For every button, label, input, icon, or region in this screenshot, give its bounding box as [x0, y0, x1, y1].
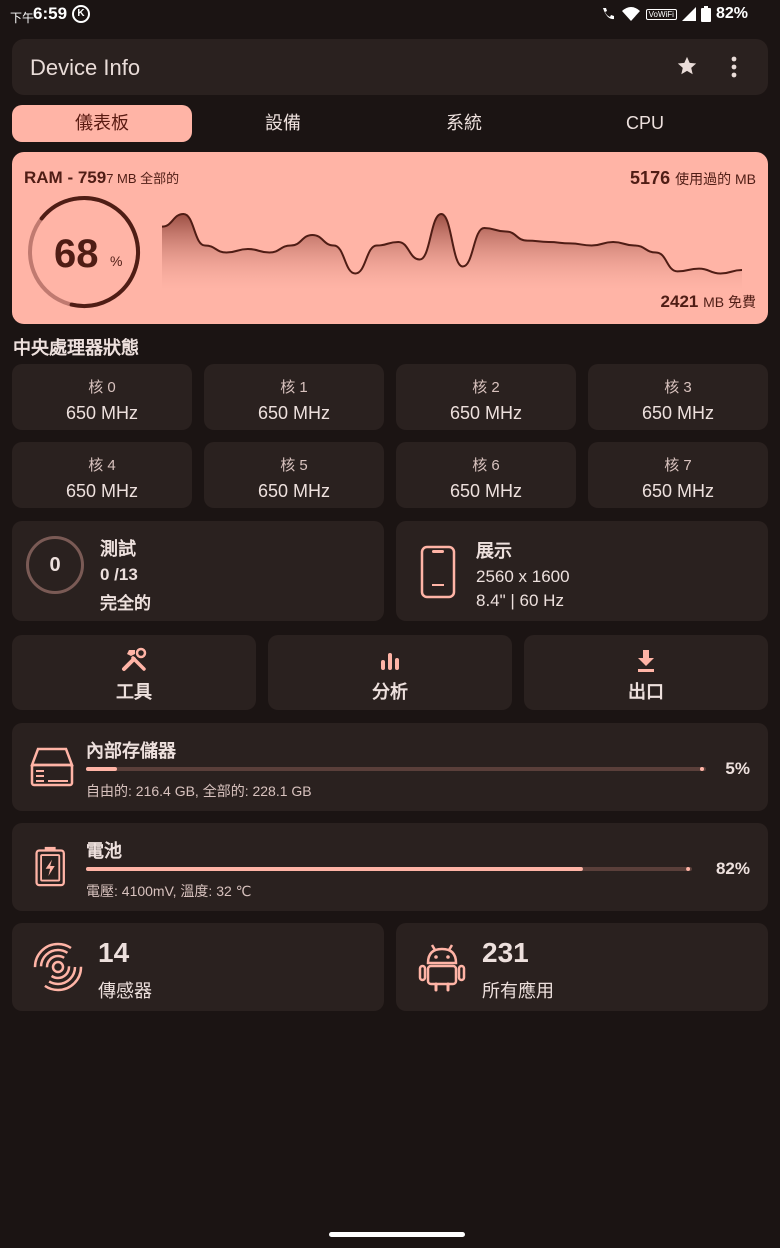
storage-icon	[30, 747, 74, 787]
battery-icon	[35, 846, 65, 887]
analyze-label: 分析	[372, 682, 408, 702]
export-label: 出口	[628, 682, 664, 702]
status-time-prefix: 下午	[10, 11, 35, 25]
apps-count: 231	[482, 937, 529, 968]
battery-title: 電池	[86, 841, 122, 861]
apps-label: 所有應用	[482, 981, 554, 1001]
sensor-icon	[33, 942, 83, 992]
core-label: 核 6	[472, 457, 500, 474]
core-frequency: 650 MHz	[641, 403, 715, 423]
core-label: 核 5	[280, 457, 308, 474]
tests-title: 測試	[100, 539, 136, 559]
tab-system[interactable]: 系統	[374, 105, 554, 142]
battery-detail: 電壓: 4100mV, 溫度: 32 ℃	[86, 883, 252, 899]
core-tile[interactable]: 核 6 650 MHz	[396, 442, 576, 508]
sensors-tile[interactable]: 14 傳感器	[12, 923, 384, 1011]
core-frequency: 650 MHz	[65, 481, 139, 501]
core-tile[interactable]: 核 1 650 MHz	[204, 364, 384, 430]
core-frequency: 650 MHz	[257, 481, 331, 501]
tests-progress: 0 /13	[100, 565, 138, 584]
ram-total-prefix: RAM - 759	[24, 168, 107, 187]
tab-dashboard[interactable]: 儀表板	[12, 105, 192, 142]
core-label: 核 7	[664, 457, 692, 474]
analyze-button[interactable]: 分析	[268, 635, 512, 710]
battery-tile[interactable]: 電池 82% 電壓: 4100mV, 溫度: 32 ℃	[12, 823, 768, 911]
display-resolution: 2560 x 1600	[476, 567, 570, 586]
core-tile[interactable]: 核 2 650 MHz	[396, 364, 576, 430]
cpu-status-heading: 中央處理器狀態	[13, 338, 139, 358]
status-icons: VoWiFi 82%	[600, 4, 748, 24]
sensors-count: 14	[98, 937, 130, 968]
core-tile[interactable]: 核 5 650 MHz	[204, 442, 384, 508]
core-label: 核 0	[88, 379, 116, 396]
ram-free-value: 2421	[660, 292, 699, 311]
status-time: 6:59	[33, 4, 68, 23]
sensors-label: 傳感器	[98, 981, 152, 1001]
ram-history-graph	[162, 212, 742, 290]
tab-cpu[interactable]: CPU	[555, 105, 735, 142]
storage-title: 內部存儲器	[86, 741, 176, 761]
core-label: 核 1	[280, 379, 308, 396]
core-frequency: 650 MHz	[257, 403, 331, 423]
core-label: 核 4	[88, 457, 116, 474]
more-vert-icon[interactable]	[728, 55, 740, 79]
bar-chart-icon	[381, 653, 399, 670]
core-frequency: 650 MHz	[449, 481, 523, 501]
ram-percent-sign: %	[110, 253, 123, 269]
battery-percent: 82%	[715, 859, 750, 878]
signal-icon	[681, 7, 696, 21]
wifi-call-icon	[602, 8, 614, 20]
ram-used-value: 5176	[630, 168, 671, 188]
core-label: 核 3	[664, 379, 692, 396]
battery-progress-bar	[86, 867, 692, 871]
core-tile[interactable]: 核 4 650 MHz	[12, 442, 192, 508]
core-frequency: 650 MHz	[65, 403, 139, 423]
ram-free: 2421 MB 免費	[661, 292, 756, 312]
storage-tile[interactable]: 內部存儲器 5% 自由的: 216.4 GB, 全部的: 228.1 GB	[12, 723, 768, 811]
tests-status: 完全的	[100, 594, 151, 613]
app-title: Device Info	[30, 55, 141, 80]
export-button[interactable]: 出口	[524, 635, 768, 710]
storage-detail: 自由的: 216.4 GB, 全部的: 228.1 GB	[86, 783, 312, 799]
tests-info: 測試 0 /13 完全的	[100, 535, 151, 614]
display-info: 展示 2560 x 1600 8.4" | 60 Hz	[476, 537, 570, 611]
display-details: 8.4" | 60 Hz	[476, 591, 564, 610]
notification-k-icon: K	[72, 5, 90, 23]
battery-status-icon	[700, 6, 711, 22]
tools-label: 工具	[116, 682, 152, 702]
status-bar: 下午 6:59 K VoWiFi 82%	[0, 0, 780, 30]
app-bar: Device Info	[12, 39, 768, 95]
apps-tile[interactable]: 231 所有應用	[396, 923, 768, 1011]
ram-used-label: 使用過的 MB	[675, 171, 756, 187]
display-title: 展示	[476, 541, 512, 561]
core-frequency: 650 MHz	[449, 403, 523, 423]
ram-total-suffix: 7 MB 全部的	[106, 171, 180, 186]
vowifi-badge: VoWiFi	[645, 8, 677, 20]
home-indicator[interactable]	[329, 1232, 465, 1237]
core-frequency: 650 MHz	[641, 481, 715, 501]
download-icon	[638, 650, 654, 672]
display-tile[interactable]: 展示 2560 x 1600 8.4" | 60 Hz	[396, 521, 768, 621]
star-icon[interactable]	[676, 55, 698, 77]
core-label: 核 2	[472, 379, 500, 396]
tests-tile[interactable]: 0 測試 0 /13 完全的	[12, 521, 384, 621]
ram-free-label: MB 免費	[703, 294, 756, 310]
phone-icon	[420, 545, 456, 599]
core-tile[interactable]: 核 7 650 MHz	[588, 442, 768, 508]
storage-percent: 5%	[725, 759, 750, 778]
tools-button[interactable]: 工具	[12, 635, 256, 710]
battery-percent-status: 82%	[715, 5, 748, 22]
wifi-icon	[621, 7, 640, 21]
ram-used: 5176 使用過的 MB	[630, 168, 756, 189]
tab-device[interactable]: 設備	[193, 105, 373, 142]
tools-icon	[122, 647, 147, 671]
storage-progress-bar	[86, 767, 706, 771]
core-tile[interactable]: 核 3 650 MHz	[588, 364, 768, 430]
tests-count-circle: 0	[26, 536, 84, 594]
ram-card[interactable]: RAM - 7597 MB 全部的 5176 使用過的 MB 68 % 2421…	[12, 152, 768, 324]
ram-total: RAM - 7597 MB 全部的	[24, 168, 179, 188]
core-tile[interactable]: 核 0 650 MHz	[12, 364, 192, 430]
ram-percent: 68	[54, 232, 99, 276]
android-icon	[418, 944, 466, 992]
